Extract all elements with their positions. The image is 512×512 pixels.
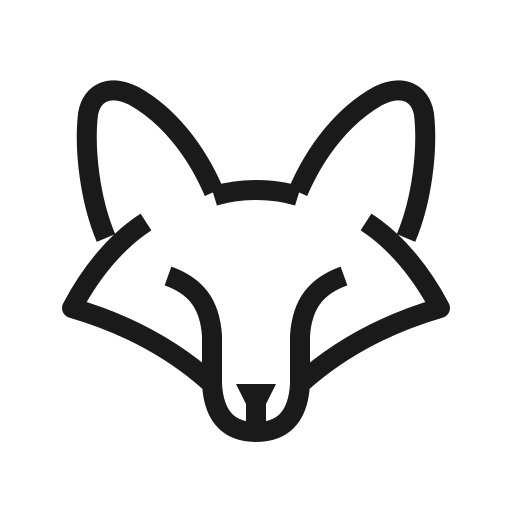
icon-canvas	[0, 0, 512, 512]
fox-left-ear	[76, 80, 224, 242]
fox-right-ear	[288, 80, 436, 242]
fox-forehead	[211, 180, 301, 206]
fox-head-icon	[62, 80, 450, 442]
fox-nose-line	[246, 402, 266, 424]
fox-left-cheek	[62, 213, 219, 392]
fox-right-cheek	[293, 213, 450, 392]
fox-nose	[236, 384, 276, 404]
